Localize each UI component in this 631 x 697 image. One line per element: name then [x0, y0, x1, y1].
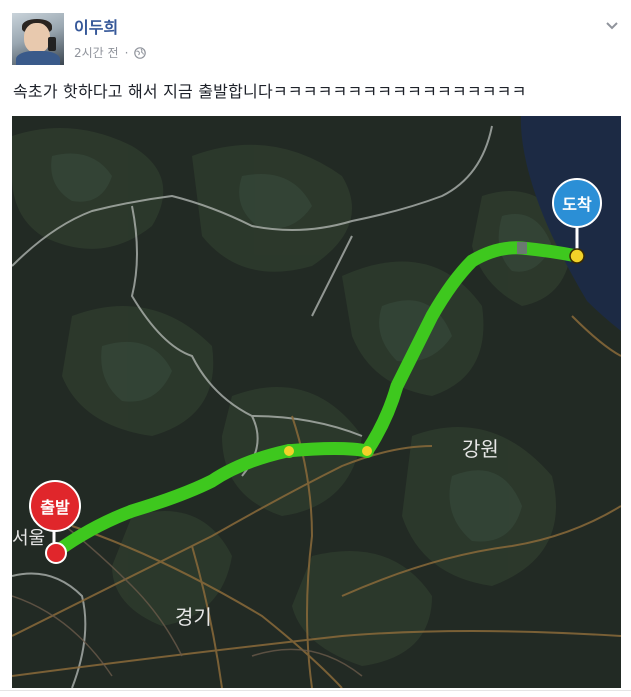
start-label: 출발 — [40, 498, 70, 517]
avatar[interactable] — [12, 13, 64, 65]
route-map: 도착 출발 서울 강원 경기 — [12, 116, 621, 688]
separator-dot: · — [124, 45, 129, 60]
post-divider — [0, 690, 631, 691]
globe-icon[interactable] — [134, 46, 147, 59]
post-timestamp[interactable]: 2시간 전 — [74, 44, 119, 61]
region-label-gangwon: 강원 — [462, 437, 499, 461]
region-label-gyeonggi: 경기 — [175, 605, 212, 629]
author-name[interactable]: 이두희 — [74, 14, 118, 38]
chevron-down-icon[interactable] — [605, 16, 619, 30]
city-label-seoul: 서울 — [12, 528, 45, 549]
post-meta: 2시간 전 · — [74, 44, 147, 61]
route-map-image[interactable]: 도착 출발 서울 강원 경기 — [12, 116, 621, 688]
end-label: 도착 — [562, 195, 592, 214]
post-text: 속초가 핫하다고 해서 지금 출발합니다ㅋㅋㅋㅋㅋㅋㅋㅋㅋㅋㅋㅋㅋㅋㅋㅋㅋ — [13, 82, 527, 101]
post-header: 이두희 2시간 전 · — [0, 0, 631, 72]
